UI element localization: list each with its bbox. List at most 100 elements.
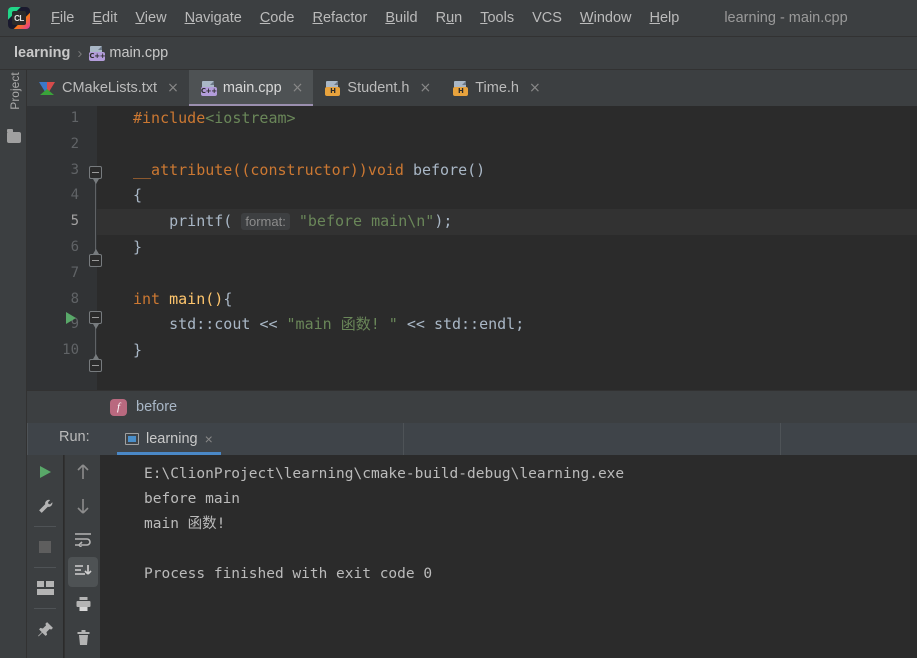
menu-label-tools: ools xyxy=(487,10,515,26)
shift-operator: << xyxy=(259,315,278,334)
close-brace: } xyxy=(133,341,143,360)
tab-label-student-h: Student.h xyxy=(347,80,410,96)
next-occurrence-button[interactable] xyxy=(65,489,101,523)
console-output[interactable]: E:\ClionProject\learning\cmake-build-deb… xyxy=(119,455,917,658)
menu-label-code: ode xyxy=(270,10,295,26)
function-badge-icon: f xyxy=(110,398,127,416)
menu-item-help[interactable]: Help xyxy=(640,7,688,29)
run-tab-label: learning xyxy=(146,431,198,447)
scroll-to-end-button[interactable] xyxy=(68,557,98,587)
editor-tab-bar: CMakeLists.txt × C++ main.cpp × H Studen… xyxy=(27,70,917,106)
tab-close-cmakelists[interactable]: × xyxy=(167,81,179,95)
cpp-file-icon: C++ xyxy=(89,45,106,61)
breadcrumb-project[interactable]: learning xyxy=(14,45,70,61)
layout-button[interactable] xyxy=(27,571,63,605)
menu-label-navigate: avigate xyxy=(195,10,242,26)
menu-item-window[interactable]: Window xyxy=(571,7,641,29)
logo-text: CL xyxy=(12,11,26,25)
configure-button[interactable] xyxy=(27,489,63,523)
open-brace: { xyxy=(133,186,143,205)
clear-all-button[interactable] xyxy=(65,621,101,655)
tab-close-time-h[interactable]: × xyxy=(529,81,541,95)
menu-label-view: iew xyxy=(144,10,167,26)
menu-item-file[interactable]: File xyxy=(42,7,83,29)
h-file-icon: H xyxy=(325,80,341,96)
menu-item-run[interactable]: Run xyxy=(427,7,472,29)
tab-student-h[interactable]: H Student.h × xyxy=(313,70,441,106)
tab-cmakelists[interactable]: CMakeLists.txt × xyxy=(27,70,189,106)
std-endl: std::endl xyxy=(433,315,516,334)
include-directive: #include xyxy=(133,109,206,127)
parameter-hint: format: xyxy=(241,213,290,231)
menu-item-edit[interactable]: Edit xyxy=(83,7,126,29)
tab-close-student-h[interactable]: × xyxy=(419,81,431,95)
run-panel-header: Run: learning × xyxy=(27,423,917,455)
menu-label-file: ile xyxy=(59,10,75,26)
cmake-icon xyxy=(39,81,55,95)
menu-item-navigate[interactable]: Navigate xyxy=(176,7,251,29)
window-title: learning - main.cpp xyxy=(724,10,848,26)
code-content[interactable]: #include<iostream> __attribute((construc… xyxy=(97,106,917,390)
console-line: E:\ClionProject\learning\cmake-build-deb… xyxy=(144,466,625,482)
code-line-8: int main(){ xyxy=(97,287,917,313)
sidebar-item-project[interactable]: Project xyxy=(8,67,22,115)
breadcrumb-file[interactable]: main.cpp xyxy=(109,45,168,61)
structure-breadcrumb: f before xyxy=(27,390,917,423)
void-keyword: void xyxy=(367,160,404,179)
printf-tail: ); xyxy=(434,212,453,231)
semicolon: ; xyxy=(515,315,525,334)
tab-time-h[interactable]: H Time.h × xyxy=(441,70,551,106)
main-open-brace: { xyxy=(223,289,233,308)
code-line-5: printf( format: "before main\n"); xyxy=(97,209,917,235)
menu-item-refactor[interactable]: Refactor xyxy=(304,7,377,29)
line-number: 6 xyxy=(70,238,79,255)
run-toolbar-left xyxy=(27,455,63,658)
menu-item-build[interactable]: Build xyxy=(376,7,426,29)
left-tool-strip: Project xyxy=(0,70,27,658)
stop-button[interactable] xyxy=(27,530,63,564)
run-tab-learning[interactable]: learning × xyxy=(117,423,221,455)
clion-logo-icon: CL xyxy=(8,7,30,29)
menu-item-vcs[interactable]: VCS xyxy=(523,7,571,29)
soft-wrap-button[interactable] xyxy=(65,523,101,557)
menu-label-window: indow xyxy=(593,10,632,26)
code-line-3: __attribute((constructor))void before() xyxy=(97,158,917,184)
code-line-1: #include<iostream> xyxy=(97,106,917,132)
tab-label-main-cpp: main.cpp xyxy=(222,80,282,96)
menu-label-vcs: VCS xyxy=(532,10,562,26)
menu-label-refactor: efactor xyxy=(322,10,368,26)
menu-item-tools[interactable]: Tools xyxy=(471,7,523,29)
structure-breadcrumb-label[interactable]: before xyxy=(136,399,177,415)
menu-label-help: elp xyxy=(659,10,680,26)
menu-item-view[interactable]: View xyxy=(126,7,175,29)
tab-close-main-cpp[interactable]: × xyxy=(292,81,304,95)
cout-string: "main 函数! " xyxy=(286,315,398,334)
navigation-bar: learning › C++ main.cpp xyxy=(0,37,917,70)
code-editor[interactable]: 1 2 3 4 5 6 7 8 9 10 #include<iostream> … xyxy=(27,106,917,390)
rerun-button[interactable] xyxy=(27,455,63,489)
run-gutter-icon[interactable] xyxy=(66,312,76,324)
attribute-token: __attribute((constructor)) xyxy=(133,160,368,179)
std-cout: std::cout xyxy=(169,315,251,334)
editor-gutter[interactable]: 1 2 3 4 5 6 7 8 9 10 xyxy=(27,106,97,390)
line-number: 4 xyxy=(70,187,79,204)
run-panel-label: Run: xyxy=(59,429,90,445)
prev-occurrence-button[interactable] xyxy=(65,455,101,489)
code-line-6: } xyxy=(97,235,917,261)
cpp-file-icon: C++ xyxy=(200,80,217,96)
print-button[interactable] xyxy=(65,587,101,621)
menu-item-code[interactable]: Code xyxy=(251,7,304,29)
tab-label-time-h: Time.h xyxy=(475,80,519,96)
tab-main-cpp[interactable]: C++ main.cpp × xyxy=(188,70,314,106)
line-number: 8 xyxy=(70,290,79,307)
folder-icon[interactable] xyxy=(7,129,21,143)
close-brace: } xyxy=(133,237,143,256)
pin-button[interactable] xyxy=(27,612,63,646)
code-line-10: } xyxy=(97,338,917,364)
int-keyword: int xyxy=(133,289,161,308)
window-icon xyxy=(125,433,139,445)
run-tab-close[interactable]: × xyxy=(205,431,213,447)
run-panel-body: E:\ClionProject\learning\cmake-build-deb… xyxy=(27,455,917,658)
